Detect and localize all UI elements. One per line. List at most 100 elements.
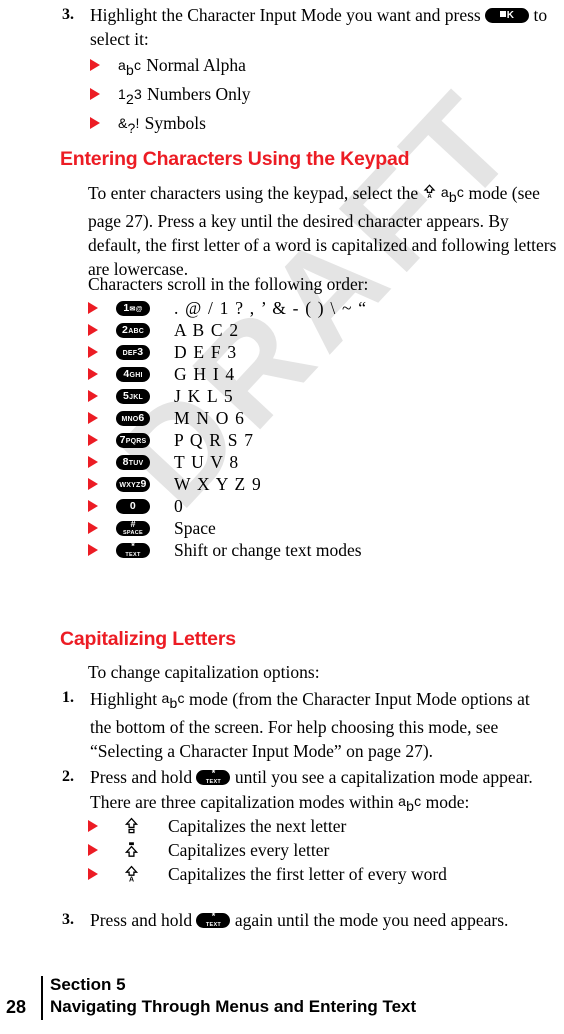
triangle-bullet-icon <box>88 363 116 385</box>
list-item: Capitalizes the next letter <box>88 814 558 838</box>
key-8-icon: 8TUV <box>116 454 150 470</box>
key-3-icon: DEF3 <box>116 344 150 360</box>
step-number: 1. <box>62 689 74 706</box>
step-text-post: mode: <box>425 792 470 812</box>
123-mode-glyph: 123 <box>118 86 142 107</box>
key-cell: 8TUV <box>116 451 174 473</box>
list-item-label: Capitalizes every letter <box>168 840 330 860</box>
list-item: 2ABC A B C 2 <box>88 319 558 341</box>
list-item-label: Numbers Only <box>147 84 251 104</box>
shift-next-letter-svg <box>124 817 139 834</box>
key-4-icon: 4GHI <box>116 366 150 382</box>
list-item: 4GHI G H I 4 <box>88 363 558 385</box>
page-footer: 28 Section 5 Navigating Through Menus an… <box>0 974 564 1020</box>
triangle-bullet-icon <box>88 495 116 517</box>
ok-key-square <box>499 11 506 17</box>
step-text: Highlight abc mode (from the Character I… <box>90 686 555 763</box>
list-item: WXYZ9 W X Y Z 9 <box>88 473 558 495</box>
triangle-bullet-icon <box>88 451 116 473</box>
step-text-pre: Highlight <box>90 689 158 709</box>
step-1-row: 1. Highlight abc mode (from the Characte… <box>60 686 555 763</box>
section-heading-capitalizing-letters: Capitalizing Letters <box>60 628 236 650</box>
triangle-bullet-icon <box>88 341 116 363</box>
key-cell: WXYZ9 <box>116 473 174 495</box>
key-cell: 4GHI <box>116 363 174 385</box>
capitalizing-intro-paragraph: To change capitalization options: <box>88 662 320 682</box>
step-text-pre: Press and hold <box>90 767 193 787</box>
footer-inner: 28 Section 5 Navigating Through Menus an… <box>0 974 564 1020</box>
key-cell: DEF3 <box>116 341 174 363</box>
footer-section-label: Section 5 <box>50 975 126 994</box>
list-item: A Capitalizes the first letter of every … <box>88 862 558 886</box>
key-cell: 5JKL <box>116 385 174 407</box>
list-item-label: . @ / 1 ? , ’ & - ( ) \ ~ “ <box>174 298 368 318</box>
key-cell: MNO6 <box>116 407 174 429</box>
list-item: Capitalizes every letter <box>88 838 558 862</box>
list-item: 5JKL J K L 5 <box>88 385 558 407</box>
key-2-icon: 2ABC <box>116 322 150 338</box>
input-mode-list: abc Normal Alpha 123 Numbers Only &?! Sy… <box>60 53 550 140</box>
key-text-icon: * TEXT <box>196 913 231 928</box>
key-cell: * TEXT <box>116 539 174 561</box>
triangle-bullet-icon <box>88 473 116 495</box>
step-text-pre: Press and hold <box>90 910 193 930</box>
key-cell: 1✉@ <box>116 297 174 319</box>
list-item: MNO6 M N O 6 <box>88 407 558 429</box>
key-5-icon: 5JKL <box>116 388 150 404</box>
triangle-bullet-icon <box>88 385 116 407</box>
step-text: Highlight the Character Input Mode you w… <box>90 3 550 51</box>
list-item-label: Shift or change text modes <box>174 540 362 560</box>
shift-every-letter-icon <box>116 838 168 862</box>
step-number: 2. <box>62 768 74 785</box>
list-item: * TEXT Shift or change text modes <box>88 539 558 561</box>
triangle-bullet-icon <box>88 297 116 319</box>
triangle-bullet-icon <box>88 429 116 451</box>
triangle-bullet-icon <box>88 319 116 341</box>
keypad-intro-paragraph: To enter characters using the keypad, se… <box>88 180 558 281</box>
list-item-label: D E F 3 <box>174 342 238 362</box>
step-text: Press and hold * TEXT again until the mod… <box>90 908 555 932</box>
list-item: # SPACE Space <box>88 517 558 539</box>
symbols-mode-glyph: &?! <box>118 115 140 136</box>
shift-every-letter-svg <box>124 842 139 857</box>
list-item: 8TUV T U V 8 <box>88 451 558 473</box>
abc-mode-glyph: abc <box>440 184 465 205</box>
abc-mode-glyph: abc <box>118 57 142 78</box>
triangle-bullet-icon <box>88 862 116 886</box>
key-space-icon: # SPACE <box>116 520 150 536</box>
footer-chapter-title: Navigating Through Menus and Entering Te… <box>50 997 417 1016</box>
scroll-order-paragraph: Characters scroll in the following order… <box>88 274 369 294</box>
step-3-row: 3. Press and hold * TEXT again until the … <box>60 908 555 932</box>
ok-key-icon: K <box>485 8 530 23</box>
triangle-bullet-icon <box>88 539 116 561</box>
shift-first-letter-word-icon: A <box>116 862 168 886</box>
list-item-label: W X Y Z 9 <box>174 474 262 494</box>
footer-text: Section 5 Navigating Through Menus and E… <box>50 974 416 1018</box>
key-6-icon: MNO6 <box>116 410 150 426</box>
list-item: abc Normal Alpha <box>90 53 550 82</box>
shift-first-letter-word-svg: A <box>124 865 139 883</box>
key-cell: 7PQRS <box>116 429 174 451</box>
list-item-label: 0 <box>174 496 184 516</box>
step-row: 3. Highlight the Character Input Mode yo… <box>60 3 550 51</box>
triangle-bullet-icon <box>88 814 116 838</box>
key-text-icon: * TEXT <box>116 542 150 558</box>
list-item: DEF3 D E F 3 <box>88 341 558 363</box>
step-text-pre: Highlight the Character Input Mode you w… <box>90 5 481 25</box>
key-0-icon: 0 <box>116 498 150 514</box>
key-cell: 0 <box>116 495 174 517</box>
key-text-icon: * TEXT <box>196 770 231 785</box>
list-item-label: G H I 4 <box>174 364 236 384</box>
list-item-label: Space <box>174 518 216 538</box>
list-item-label: M N O 6 <box>174 408 246 428</box>
triangle-bullet-icon <box>88 407 116 429</box>
footer-divider <box>41 976 43 1020</box>
list-item-label: A B C 2 <box>174 320 240 340</box>
list-item: 7PQRS P Q R S 7 <box>88 429 558 451</box>
triangle-bullet-icon <box>90 53 118 77</box>
paragraph-part-1: To enter characters using the keypad, se… <box>88 183 419 203</box>
key-7-icon: 7PQRS <box>116 432 150 448</box>
step-number: 3. <box>62 6 74 23</box>
list-item: 123 Numbers Only <box>90 82 550 111</box>
list-item-label: Capitalizes the first letter of every wo… <box>168 864 447 884</box>
